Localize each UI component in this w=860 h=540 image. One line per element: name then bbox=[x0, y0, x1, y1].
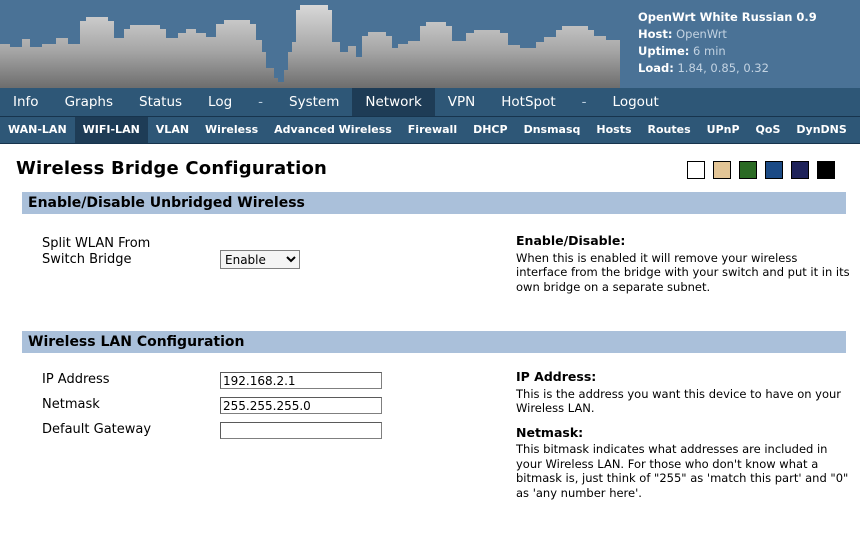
form-section: Wireless LAN Configuration IP Address Netm… bbox=[0, 331, 860, 501]
subnav-item-hosts[interactable]: Hosts bbox=[588, 117, 639, 143]
load-row: Load: 1.84, 0.85, 0.32 bbox=[638, 60, 817, 77]
subnav-item-dhcp[interactable]: DHCP bbox=[465, 117, 515, 143]
subnav-item-routes[interactable]: Routes bbox=[640, 117, 699, 143]
subnav-item-upnp[interactable]: UPnP bbox=[699, 117, 748, 143]
form-section: Enable/Disable Unbridged Wireless Split W… bbox=[0, 192, 860, 297]
subnav-item-qos[interactable]: QoS bbox=[748, 117, 789, 143]
split-wlan-from-switch-bridge-select[interactable]: EnableDisable bbox=[220, 250, 300, 269]
nav-separator: - bbox=[245, 88, 276, 116]
section-heading: Enable/Disable Unbridged Wireless bbox=[22, 192, 846, 214]
form-row: Netmask bbox=[0, 397, 500, 422]
help-title: Enable/Disable: bbox=[516, 234, 852, 249]
firmware-title: OpenWrt White Russian 0.9 bbox=[638, 9, 817, 26]
city-skyline-graphic bbox=[0, 0, 620, 88]
subnav-item-vlan[interactable]: VLAN bbox=[148, 117, 197, 143]
help-body: When this is enabled it will remove your… bbox=[516, 251, 852, 295]
subnav-item-dyndns[interactable]: DynDNS bbox=[788, 117, 854, 143]
subnav-item-wol[interactable]: WoL bbox=[855, 117, 860, 143]
help-text-column: IP Address: This is the address you want … bbox=[516, 370, 852, 510]
field-label: Split WLAN From Switch Bridge bbox=[42, 236, 192, 268]
field-control: EnableDisable bbox=[220, 250, 300, 269]
subnav-item-dnsmasq[interactable]: Dnsmasq bbox=[516, 117, 589, 143]
field-control bbox=[220, 397, 382, 414]
field-control bbox=[220, 372, 382, 389]
help-body: This bitmask indicates what addresses ar… bbox=[516, 442, 852, 500]
nav-item-vpn[interactable]: VPN bbox=[435, 88, 488, 116]
nav-item-status[interactable]: Status bbox=[126, 88, 195, 116]
sections-container: Enable/Disable Unbridged Wireless Split W… bbox=[0, 192, 860, 501]
system-info-panel: OpenWrt White Russian 0.9 Host: OpenWrt … bbox=[638, 9, 817, 77]
form-fields: Split WLAN From Switch Bridge EnableDisab… bbox=[0, 236, 500, 282]
help-body: This is the address you want this device… bbox=[516, 387, 852, 416]
nav-item-log[interactable]: Log bbox=[195, 88, 245, 116]
section-heading: Wireless LAN Configuration bbox=[22, 331, 846, 353]
nav-separator: - bbox=[569, 88, 600, 116]
nav-item-network[interactable]: Network bbox=[352, 88, 434, 116]
form-row: IP Address bbox=[0, 372, 500, 397]
help-title: Netmask: bbox=[516, 426, 852, 441]
form-fields: IP Address Netmask Default Gateway bbox=[0, 372, 500, 447]
primary-navigation: InfoGraphsStatusLog-SystemNetworkVPNHotS… bbox=[0, 88, 860, 117]
subnav-item-wifi-lan[interactable]: WIFI-LAN bbox=[75, 117, 148, 143]
help-text-column: Enable/Disable: When this is enabled it w… bbox=[516, 234, 852, 304]
theme-swatch-tan[interactable] bbox=[713, 161, 731, 179]
form-row: Split WLAN From Switch Bridge EnableDisab… bbox=[0, 236, 500, 282]
ip-address-input[interactable] bbox=[220, 372, 382, 389]
nav-item-system[interactable]: System bbox=[276, 88, 352, 116]
nav-item-info[interactable]: Info bbox=[0, 88, 52, 116]
default-gateway-input[interactable] bbox=[220, 422, 382, 439]
subnav-item-wan-lan[interactable]: WAN-LAN bbox=[0, 117, 75, 143]
page-title: Wireless Bridge Configuration bbox=[16, 158, 327, 179]
theme-swatch-navy[interactable] bbox=[791, 161, 809, 179]
field-label: IP Address bbox=[42, 372, 110, 388]
field-label: Default Gateway bbox=[42, 422, 151, 438]
section-body: Split WLAN From Switch Bridge EnableDisab… bbox=[0, 214, 860, 297]
netmask-input[interactable] bbox=[220, 397, 382, 414]
field-label: Netmask bbox=[42, 397, 100, 413]
theme-swatch-blue[interactable] bbox=[765, 161, 783, 179]
uptime-row: Uptime: 6 min bbox=[638, 43, 817, 60]
nav-item-logout[interactable]: Logout bbox=[600, 88, 672, 116]
page-banner: OpenWrt White Russian 0.9 Host: OpenWrt … bbox=[0, 0, 860, 88]
help-title: IP Address: bbox=[516, 370, 852, 385]
subnav-item-wireless[interactable]: Wireless bbox=[197, 117, 266, 143]
field-control bbox=[220, 422, 382, 439]
secondary-navigation: WAN-LANWIFI-LANVLANWirelessAdvanced Wire… bbox=[0, 117, 860, 144]
title-row: Wireless Bridge Configuration bbox=[0, 144, 860, 192]
subnav-item-advanced-wireless[interactable]: Advanced Wireless bbox=[266, 117, 400, 143]
subnav-item-firewall[interactable]: Firewall bbox=[400, 117, 465, 143]
main-content: Wireless Bridge Configuration Enable/Dis… bbox=[0, 144, 860, 501]
host-row: Host: OpenWrt bbox=[638, 26, 817, 43]
theme-swatch-green[interactable] bbox=[739, 161, 757, 179]
nav-item-graphs[interactable]: Graphs bbox=[52, 88, 126, 116]
form-row: Default Gateway bbox=[0, 422, 500, 447]
section-body: IP AddressNetmaskDefault GatewayIP Addre… bbox=[0, 353, 860, 501]
nav-item-hotspot[interactable]: HotSpot bbox=[488, 88, 568, 116]
theme-swatch-white[interactable] bbox=[687, 161, 705, 179]
theme-swatch-group bbox=[679, 161, 835, 179]
theme-swatch-black[interactable] bbox=[817, 161, 835, 179]
